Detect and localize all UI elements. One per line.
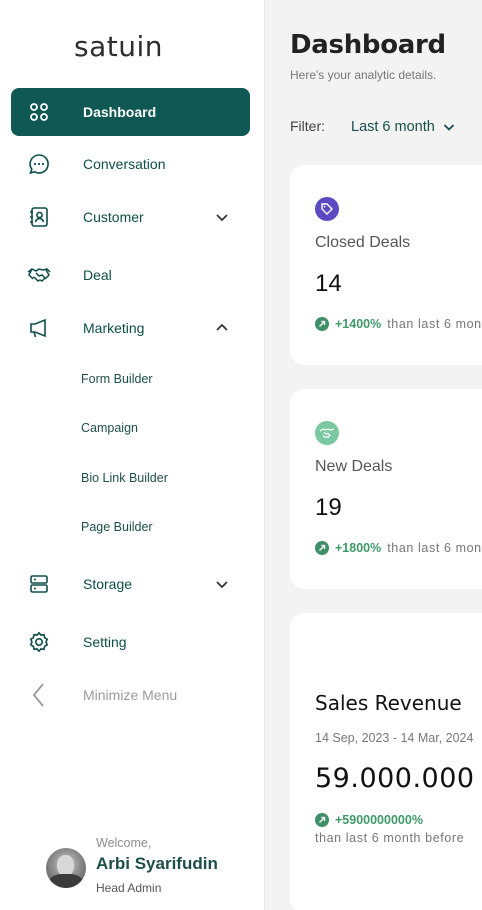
card-value: 19 [315, 494, 342, 521]
filter-dropdown[interactable]: Last 6 month [351, 116, 457, 138]
sidebar-item-label: Customer [83, 209, 144, 225]
sidebar-item-label: Marketing [83, 320, 145, 336]
sidebar: satuin Dashboard Conversation Customer D… [0, 0, 265, 910]
filter-label: Filter: [290, 118, 325, 134]
sidebar-item-setting[interactable]: Setting [11, 618, 250, 666]
new-deals-card[interactable]: New Deals 19 +1800% than last 6 month be… [290, 389, 482, 589]
sidebar-item-dashboard[interactable]: Dashboard [11, 88, 250, 136]
arrow-up-right-icon [315, 813, 329, 827]
card-title: Closed Deals [315, 234, 411, 251]
page-title: Dashboard [290, 30, 446, 60]
date-range: 14 Sep, 2023 - 14 Mar, 2024 [315, 731, 474, 745]
user-role: Head Admin [96, 881, 162, 895]
sidebar-item-label: Conversation [83, 156, 166, 172]
trend-indicator: +5900000000% [315, 813, 429, 827]
chevron-down-icon [443, 120, 457, 134]
grid-icon [27, 100, 51, 124]
server-icon [27, 572, 51, 596]
filter-value: Last 6 month [351, 119, 435, 135]
tag-icon [315, 197, 339, 221]
trend-text: than last 6 month before [387, 317, 482, 331]
card-title: New Deals [315, 458, 393, 475]
card-value: 14 [315, 270, 342, 297]
megaphone-icon [27, 316, 51, 340]
trend-text: than last 6 month before [315, 831, 465, 845]
sidebar-item-deal[interactable]: Deal [11, 251, 250, 299]
sidebar-item-marketing[interactable]: Marketing [11, 304, 250, 352]
trend-percent: +1400% [335, 317, 382, 331]
minimize-menu-button[interactable]: Minimize Menu [11, 671, 250, 719]
sidebar-item-label: Deal [83, 267, 112, 283]
sidebar-item-label: Storage [83, 576, 133, 592]
sidebar-item-label: Setting [83, 634, 127, 650]
submenu-item-bio-link-builder[interactable]: Bio Link Builder [81, 471, 168, 485]
gear-icon [27, 630, 51, 654]
sidebar-item-storage[interactable]: Storage [11, 560, 250, 608]
main-content: Dashboard Here's your analytic details. … [266, 0, 482, 910]
minimize-menu-label: Minimize Menu [83, 687, 178, 703]
trend-indicator: +1800% than last 6 month before [315, 541, 482, 555]
chevron-up-icon[interactable] [214, 320, 230, 336]
arrow-up-right-icon [315, 541, 329, 555]
contact-book-icon [27, 205, 51, 229]
avatar[interactable] [46, 848, 86, 888]
chat-bubble-icon [27, 152, 51, 176]
trend-percent: +1800% [335, 541, 382, 555]
handshake-icon [27, 263, 51, 287]
chevron-left-icon [27, 683, 51, 707]
page-subtitle: Here's your analytic details. [290, 68, 437, 82]
trend-text: than last 6 month before [387, 541, 482, 555]
card-title: Sales Revenue [315, 691, 462, 715]
arrow-up-right-icon [315, 317, 329, 331]
revenue-value: 59.000.000 [315, 763, 475, 794]
welcome-text: Welcome, [96, 836, 152, 850]
sidebar-item-conversation[interactable]: Conversation [11, 140, 250, 188]
submenu-item-page-builder[interactable]: Page Builder [81, 520, 153, 534]
handshake-icon [315, 421, 339, 445]
user-name: Arbi Syarifudin [96, 854, 218, 873]
sidebar-item-label: Dashboard [83, 104, 157, 120]
sales-revenue-card[interactable]: Sales Revenue 14 Sep, 2023 - 14 Mar, 202… [290, 613, 482, 910]
brand-logo[interactable]: satuin [74, 30, 163, 63]
chevron-down-icon[interactable] [214, 576, 230, 592]
chevron-down-icon[interactable] [214, 209, 230, 225]
closed-deals-card[interactable]: Closed Deals 14 +1400% than last 6 month… [290, 165, 482, 365]
sidebar-item-customer[interactable]: Customer [11, 193, 250, 241]
trend-indicator: +1400% than last 6 month before [315, 317, 482, 331]
trend-percent: +5900000000% [335, 813, 423, 827]
submenu-item-form-builder[interactable]: Form Builder [81, 372, 153, 386]
submenu-item-campaign[interactable]: Campaign [81, 421, 138, 435]
